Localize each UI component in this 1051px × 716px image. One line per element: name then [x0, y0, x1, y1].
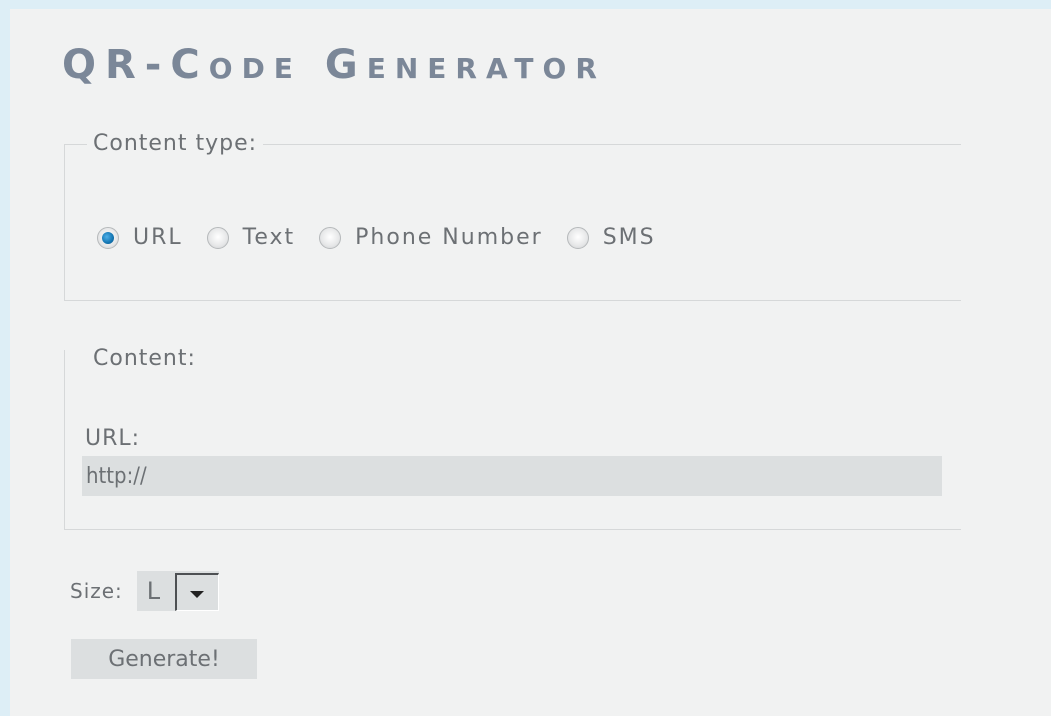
radio-url-label: URL	[133, 225, 183, 250]
chevron-down-icon[interactable]	[175, 572, 220, 611]
generate-button[interactable]: Generate!	[71, 639, 257, 679]
radio-url-checked-icon[interactable]	[97, 226, 119, 249]
page-title: QR-Code Generator	[62, 42, 606, 88]
radio-option-url[interactable]: URL	[97, 225, 183, 250]
content-fieldset: Content: URL:	[64, 346, 961, 530]
size-selected-value: L	[146, 577, 162, 605]
url-input[interactable]	[82, 456, 942, 496]
radio-phone-label: Phone Number	[355, 225, 543, 250]
radio-option-sms[interactable]: SMS	[566, 225, 656, 250]
radio-option-phone[interactable]: Phone Number	[319, 225, 543, 250]
content-type-fieldset: Content type: URL Text Phone Number SMS	[64, 131, 961, 301]
radio-sms-label: SMS	[602, 225, 656, 250]
size-row: Size: L	[70, 571, 220, 611]
radio-text-label: Text	[242, 225, 296, 250]
content-legend: Content:	[87, 346, 202, 371]
size-select[interactable]: L	[136, 571, 220, 611]
url-field-label: URL:	[85, 426, 141, 451]
radio-phone-icon[interactable]	[319, 226, 342, 249]
radio-option-text[interactable]: Text	[206, 225, 296, 250]
radio-text-icon[interactable]	[206, 226, 229, 249]
radio-sms-icon[interactable]	[566, 226, 589, 249]
size-label: Size:	[70, 579, 123, 603]
content-type-radio-group: URL Text Phone Number SMS	[97, 225, 680, 250]
content-type-legend: Content type:	[87, 131, 264, 156]
